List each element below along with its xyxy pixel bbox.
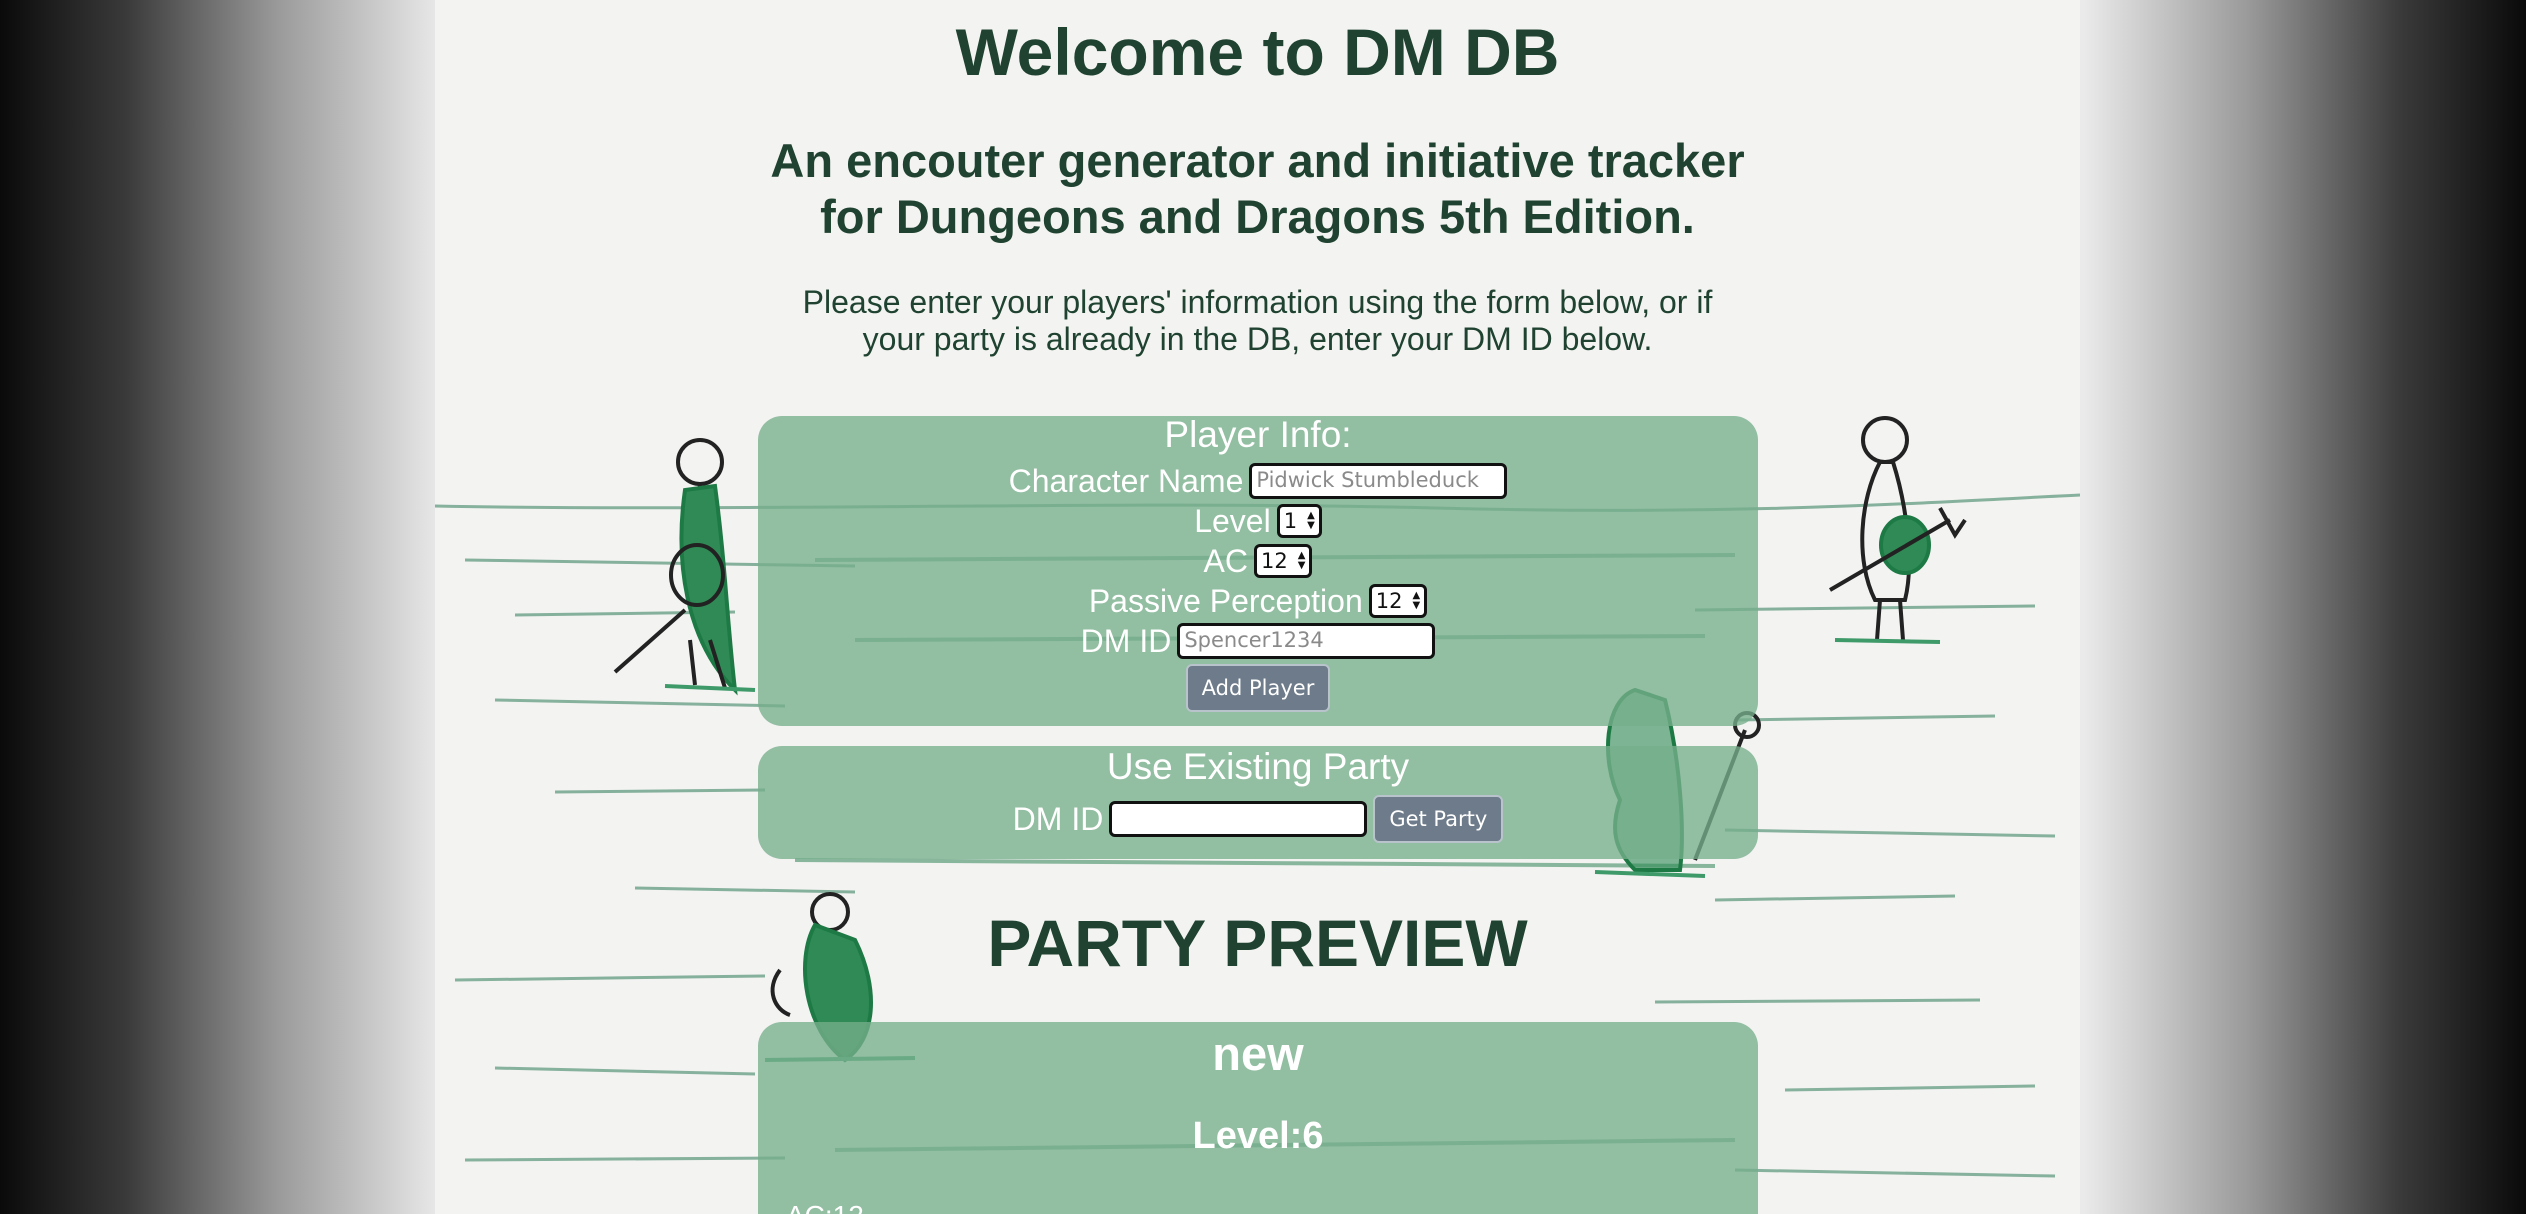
get-party-button[interactable]: Get Party bbox=[1373, 795, 1504, 843]
ac-select[interactable]: 12 ▲ ▼ bbox=[1254, 544, 1313, 578]
updown-arrows-icon: ▲ ▼ bbox=[1307, 510, 1315, 531]
card-ac: AC:12 bbox=[786, 1200, 864, 1214]
passive-perception-select-value: 12 bbox=[1375, 589, 1403, 613]
party-member-card: new Level:6 AC:12 bbox=[758, 1022, 1758, 1214]
updown-arrows-icon: ▲ ▼ bbox=[1412, 590, 1421, 611]
page-title: Welcome to DM DB bbox=[955, 15, 1560, 89]
page-subtitle: An encouter generator and initiative tra… bbox=[735, 133, 1780, 245]
dm-id-input[interactable]: Spencer1234 bbox=[1177, 623, 1436, 659]
ac-label: AC bbox=[1203, 542, 1248, 579]
character-name-input[interactable]: Pidwick Stumbleduck bbox=[1249, 463, 1508, 499]
page: Welcome to DM DB An encouter generator a… bbox=[435, 0, 2080, 1214]
card-character-name: new bbox=[1212, 1027, 1304, 1080]
existing-dm-id-input[interactable] bbox=[1109, 801, 1368, 837]
dm-id-label: DM ID bbox=[1080, 622, 1172, 659]
passive-perception-select[interactable]: 12 ▲ ▼ bbox=[1368, 584, 1428, 618]
existing-party-heading: Use Existing Party bbox=[1106, 746, 1410, 787]
passive-perception-row: Passive Perception 12 ▲ ▼ bbox=[758, 581, 1758, 621]
subtitle-line-2: for Dungeons and Dragons 5th Edition. bbox=[820, 190, 1695, 243]
level-row: Level 1 ▲ ▼ bbox=[758, 501, 1758, 541]
passive-perception-label: Passive Perception bbox=[1088, 582, 1363, 619]
existing-party-row: DM ID Get Party bbox=[758, 794, 1758, 844]
add-player-row: Add Player bbox=[758, 664, 1758, 712]
existing-dm-id-label: DM ID bbox=[1012, 800, 1104, 837]
card-level: Level:6 bbox=[1192, 1115, 1324, 1157]
dm-id-placeholder: Spencer1234 bbox=[1184, 628, 1324, 652]
character-name-row: Character Name Pidwick Stumbleduck bbox=[758, 461, 1758, 501]
player-info-form: Player Info: Character Name Pidwick Stum… bbox=[758, 414, 1758, 726]
player-info-heading: Player Info: bbox=[1164, 414, 1352, 455]
dm-id-row: DM ID Spencer1234 bbox=[758, 621, 1758, 661]
intro-line-2: your party is already in the DB, enter y… bbox=[862, 321, 1653, 357]
level-select[interactable]: 1 ▲ ▼ bbox=[1276, 504, 1322, 538]
party-preview-heading: PARTY PREVIEW bbox=[987, 906, 1528, 980]
updown-arrows-icon: ▲ ▼ bbox=[1297, 550, 1306, 571]
add-player-button[interactable]: Add Player bbox=[1185, 664, 1331, 712]
ac-select-value: 12 bbox=[1261, 549, 1288, 573]
intro-line-1: Please enter your players' information u… bbox=[802, 284, 1713, 320]
ac-row: AC 12 ▲ ▼ bbox=[758, 541, 1758, 581]
subtitle-line-1: An encouter generator and initiative tra… bbox=[770, 134, 1745, 187]
intro-text: Please enter your players' information u… bbox=[775, 284, 1740, 358]
level-label: Level bbox=[1194, 502, 1271, 539]
main-content: Welcome to DM DB An encouter generator a… bbox=[435, 0, 2080, 1214]
character-name-placeholder: Pidwick Stumbleduck bbox=[1256, 468, 1479, 492]
level-select-value: 1 bbox=[1283, 509, 1298, 533]
existing-party-form: Use Existing Party DM ID Get Party bbox=[758, 746, 1758, 859]
character-name-label: Character Name bbox=[1008, 462, 1244, 499]
